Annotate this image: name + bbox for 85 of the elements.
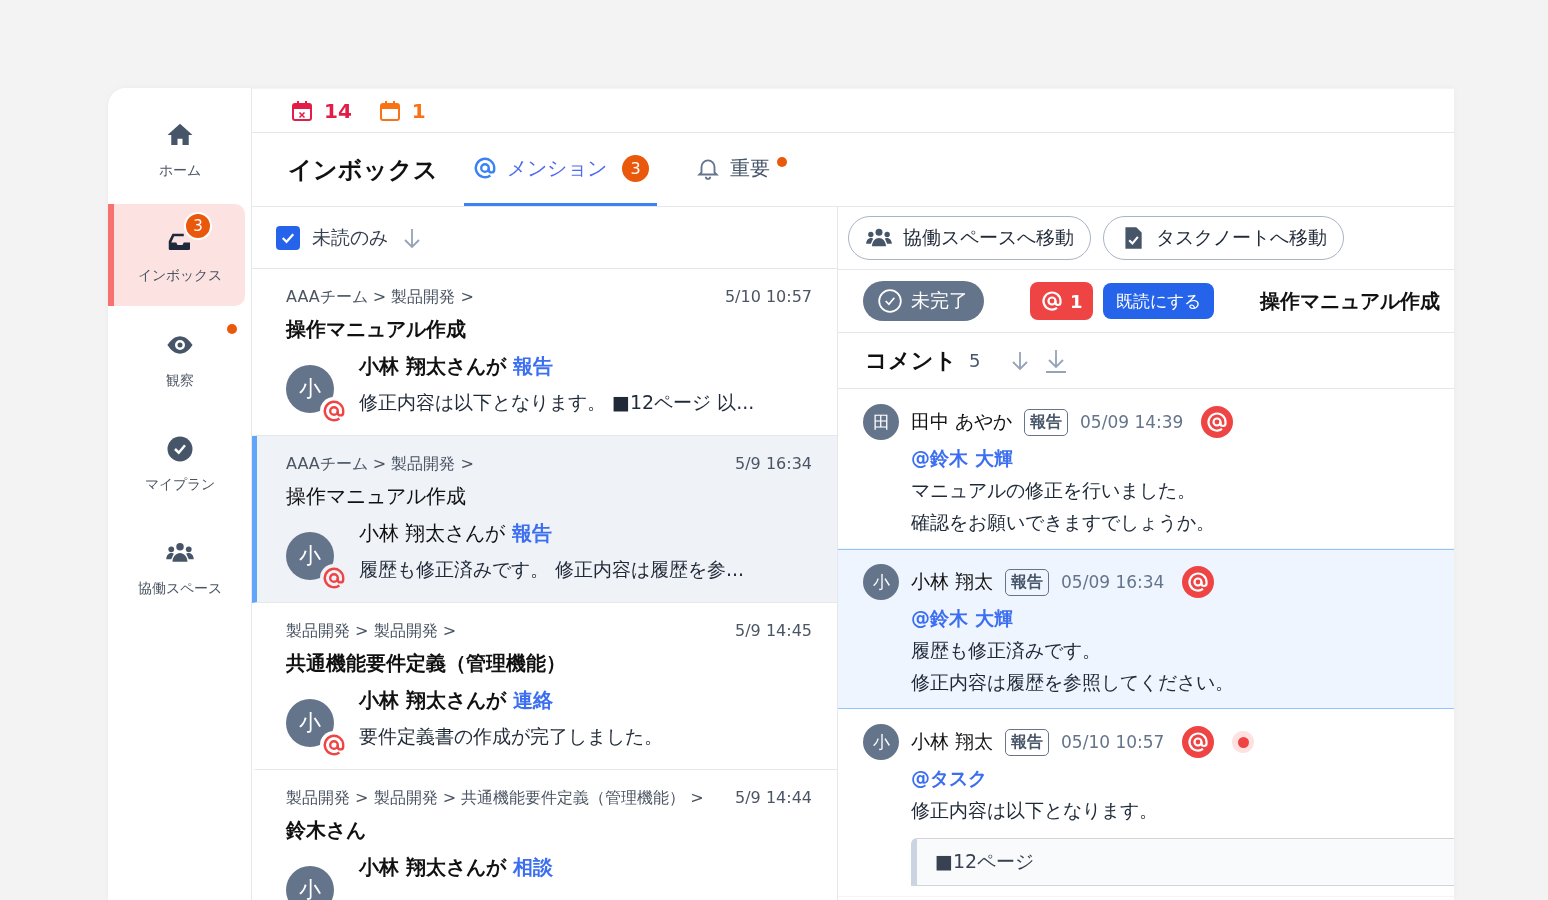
at-icon — [321, 565, 347, 591]
timestamp: 05/09 14:39 — [1080, 412, 1184, 432]
count-badge: 3 — [622, 154, 649, 182]
at-icon — [472, 155, 498, 181]
item-title: 共通機能要件定義（管理機能） — [286, 650, 567, 677]
mention-link[interactable]: @タスク — [911, 762, 1429, 794]
avatar: 小 — [286, 365, 334, 413]
message-preview: 要件定義書の作成が完了しました。 — [359, 724, 663, 749]
sidebar-item[interactable]: 観察 — [108, 310, 245, 410]
count-badge: 3 — [184, 212, 212, 240]
action-link[interactable]: 報告 — [511, 521, 552, 545]
avatar: 小 — [863, 564, 899, 600]
comment-text: 履歴も修正済みです。 — [911, 638, 1102, 663]
tag: 報告 — [1005, 728, 1050, 756]
author-line: 小林 翔太さんが 報告 — [359, 520, 553, 547]
tab[interactable]: メンション 3 — [464, 133, 657, 206]
tab[interactable]: 重要 — [687, 133, 795, 206]
avatar: 田 — [863, 404, 899, 440]
avatar: 小 — [286, 866, 334, 900]
filter-label: 未読のみ — [312, 224, 388, 250]
calendar-icon — [377, 98, 402, 123]
comment-text: 確認をお願いできますでしょうか。 — [911, 510, 1216, 535]
message-preview: 履歴も修正済みです。 修正内容は履歴を参... — [359, 557, 745, 582]
author-name: 田中 あやか — [911, 409, 1013, 434]
comment-count: 5 — [969, 350, 981, 371]
avatar: 小 — [286, 699, 334, 747]
move-button[interactable]: 協働スペースへ移動 — [848, 216, 1091, 260]
comment-text: 修正内容は履歴を参照してください。 — [911, 670, 1235, 695]
item-title: 鈴木さん — [286, 817, 367, 844]
at-icon — [321, 398, 347, 424]
breadcrumb: 製品開発 > 製品開発 > — [286, 620, 458, 642]
at-icon — [321, 732, 347, 758]
at-icon — [1040, 289, 1064, 313]
checkbox[interactable] — [276, 225, 300, 250]
author-name: 小林 翔太 — [911, 729, 994, 754]
author-line: 小林 翔太さんが 相談 — [359, 854, 553, 881]
sort-bottom-icon[interactable] — [1044, 347, 1069, 374]
at-icon — [1182, 566, 1215, 598]
check-circle-icon — [877, 288, 903, 314]
move-button[interactable]: タスクノートへ移動 — [1103, 216, 1344, 260]
timestamp: 05/09 16:34 — [1061, 572, 1165, 592]
author-line: 小林 翔太さんが 連絡 — [359, 687, 554, 714]
mention-link[interactable]: @鈴木 大輝 — [911, 442, 1429, 474]
mark-read-button[interactable]: 既読にする — [1102, 283, 1214, 319]
task-title: 操作マニュアル作成 — [1259, 287, 1440, 315]
author-name: 小林 翔太 — [911, 569, 994, 594]
comments-title: コメント — [865, 346, 957, 375]
mention-count: 1 — [1030, 282, 1093, 320]
comment-text: 修正内容は以下となります。 — [911, 798, 1159, 823]
action-link[interactable]: 連絡 — [512, 688, 553, 712]
comment-text: マニュアルの修正を行いました。 — [911, 478, 1197, 503]
sidebar-item[interactable]: 協働スペース — [108, 518, 245, 618]
item-title: 操作マニュアル作成 — [286, 483, 467, 510]
timestamp: 5/9 14:45 — [735, 620, 812, 642]
author-line: 小林 翔太さんが 報告 — [359, 353, 554, 380]
status-pill[interactable]: 未完了 — [863, 281, 984, 321]
timestamp: 5/9 14:44 — [735, 787, 812, 809]
timestamp: 5/10 10:57 — [724, 286, 812, 308]
sidebar-item[interactable]: マイプラン — [108, 414, 245, 514]
inbox-title: インボックス — [288, 154, 438, 186]
inbox-item[interactable]: 製品開発 > 製品開発 > 共通機能要件定義（管理機能） > 5/9 14:44 鈴木さん 小 小林 翔太さんが 相談 — [252, 770, 837, 900]
calendar-x-icon — [290, 98, 314, 123]
count-label: 1 — [411, 98, 426, 123]
tag: 報告 — [1005, 568, 1050, 596]
at-icon — [1182, 726, 1215, 758]
message-preview: 修正内容は以下となります。 ■12ページ 以... — [359, 390, 755, 415]
at-icon — [1201, 406, 1234, 438]
breadcrumb: AAAチーム > 製品開発 > — [286, 453, 475, 475]
timestamp: 05/10 10:57 — [1061, 732, 1165, 752]
action-link[interactable]: 相談 — [512, 855, 553, 879]
sidebar-item[interactable]: インボックス 3 — [108, 204, 245, 306]
inbox-item[interactable]: 製品開発 > 製品開発 > 5/9 14:45 共通機能要件定義（管理機能） 小 小林 翔太さんが 連絡 要件定義書の作成が完了しました。 — [252, 603, 837, 770]
breadcrumb: AAAチーム > 製品開発 > — [286, 286, 475, 308]
tag: 報告 — [1024, 408, 1069, 436]
avatar: 小 — [863, 724, 899, 760]
action-link[interactable]: 報告 — [512, 354, 553, 378]
mention-link[interactable]: @鈴木 大輝 — [911, 602, 1429, 634]
count-label: 14 — [324, 98, 352, 123]
avatar: 小 — [286, 532, 334, 580]
quote-block: ■12ページ — [911, 838, 1454, 886]
breadcrumb: 製品開発 > 製品開発 > 共通機能要件定義（管理機能） > — [286, 787, 705, 809]
item-title: 操作マニュアル作成 — [286, 316, 467, 343]
timestamp: 5/9 16:34 — [735, 453, 812, 475]
inbox-item[interactable]: AAAチーム > 製品開発 > 5/9 16:34 操作マニュアル作成 小 小林 翔太さんが 報告 履歴も修正済みです。 修正内容は履歴を参... — [252, 436, 837, 603]
sidebar-item[interactable]: ホーム — [108, 100, 245, 200]
